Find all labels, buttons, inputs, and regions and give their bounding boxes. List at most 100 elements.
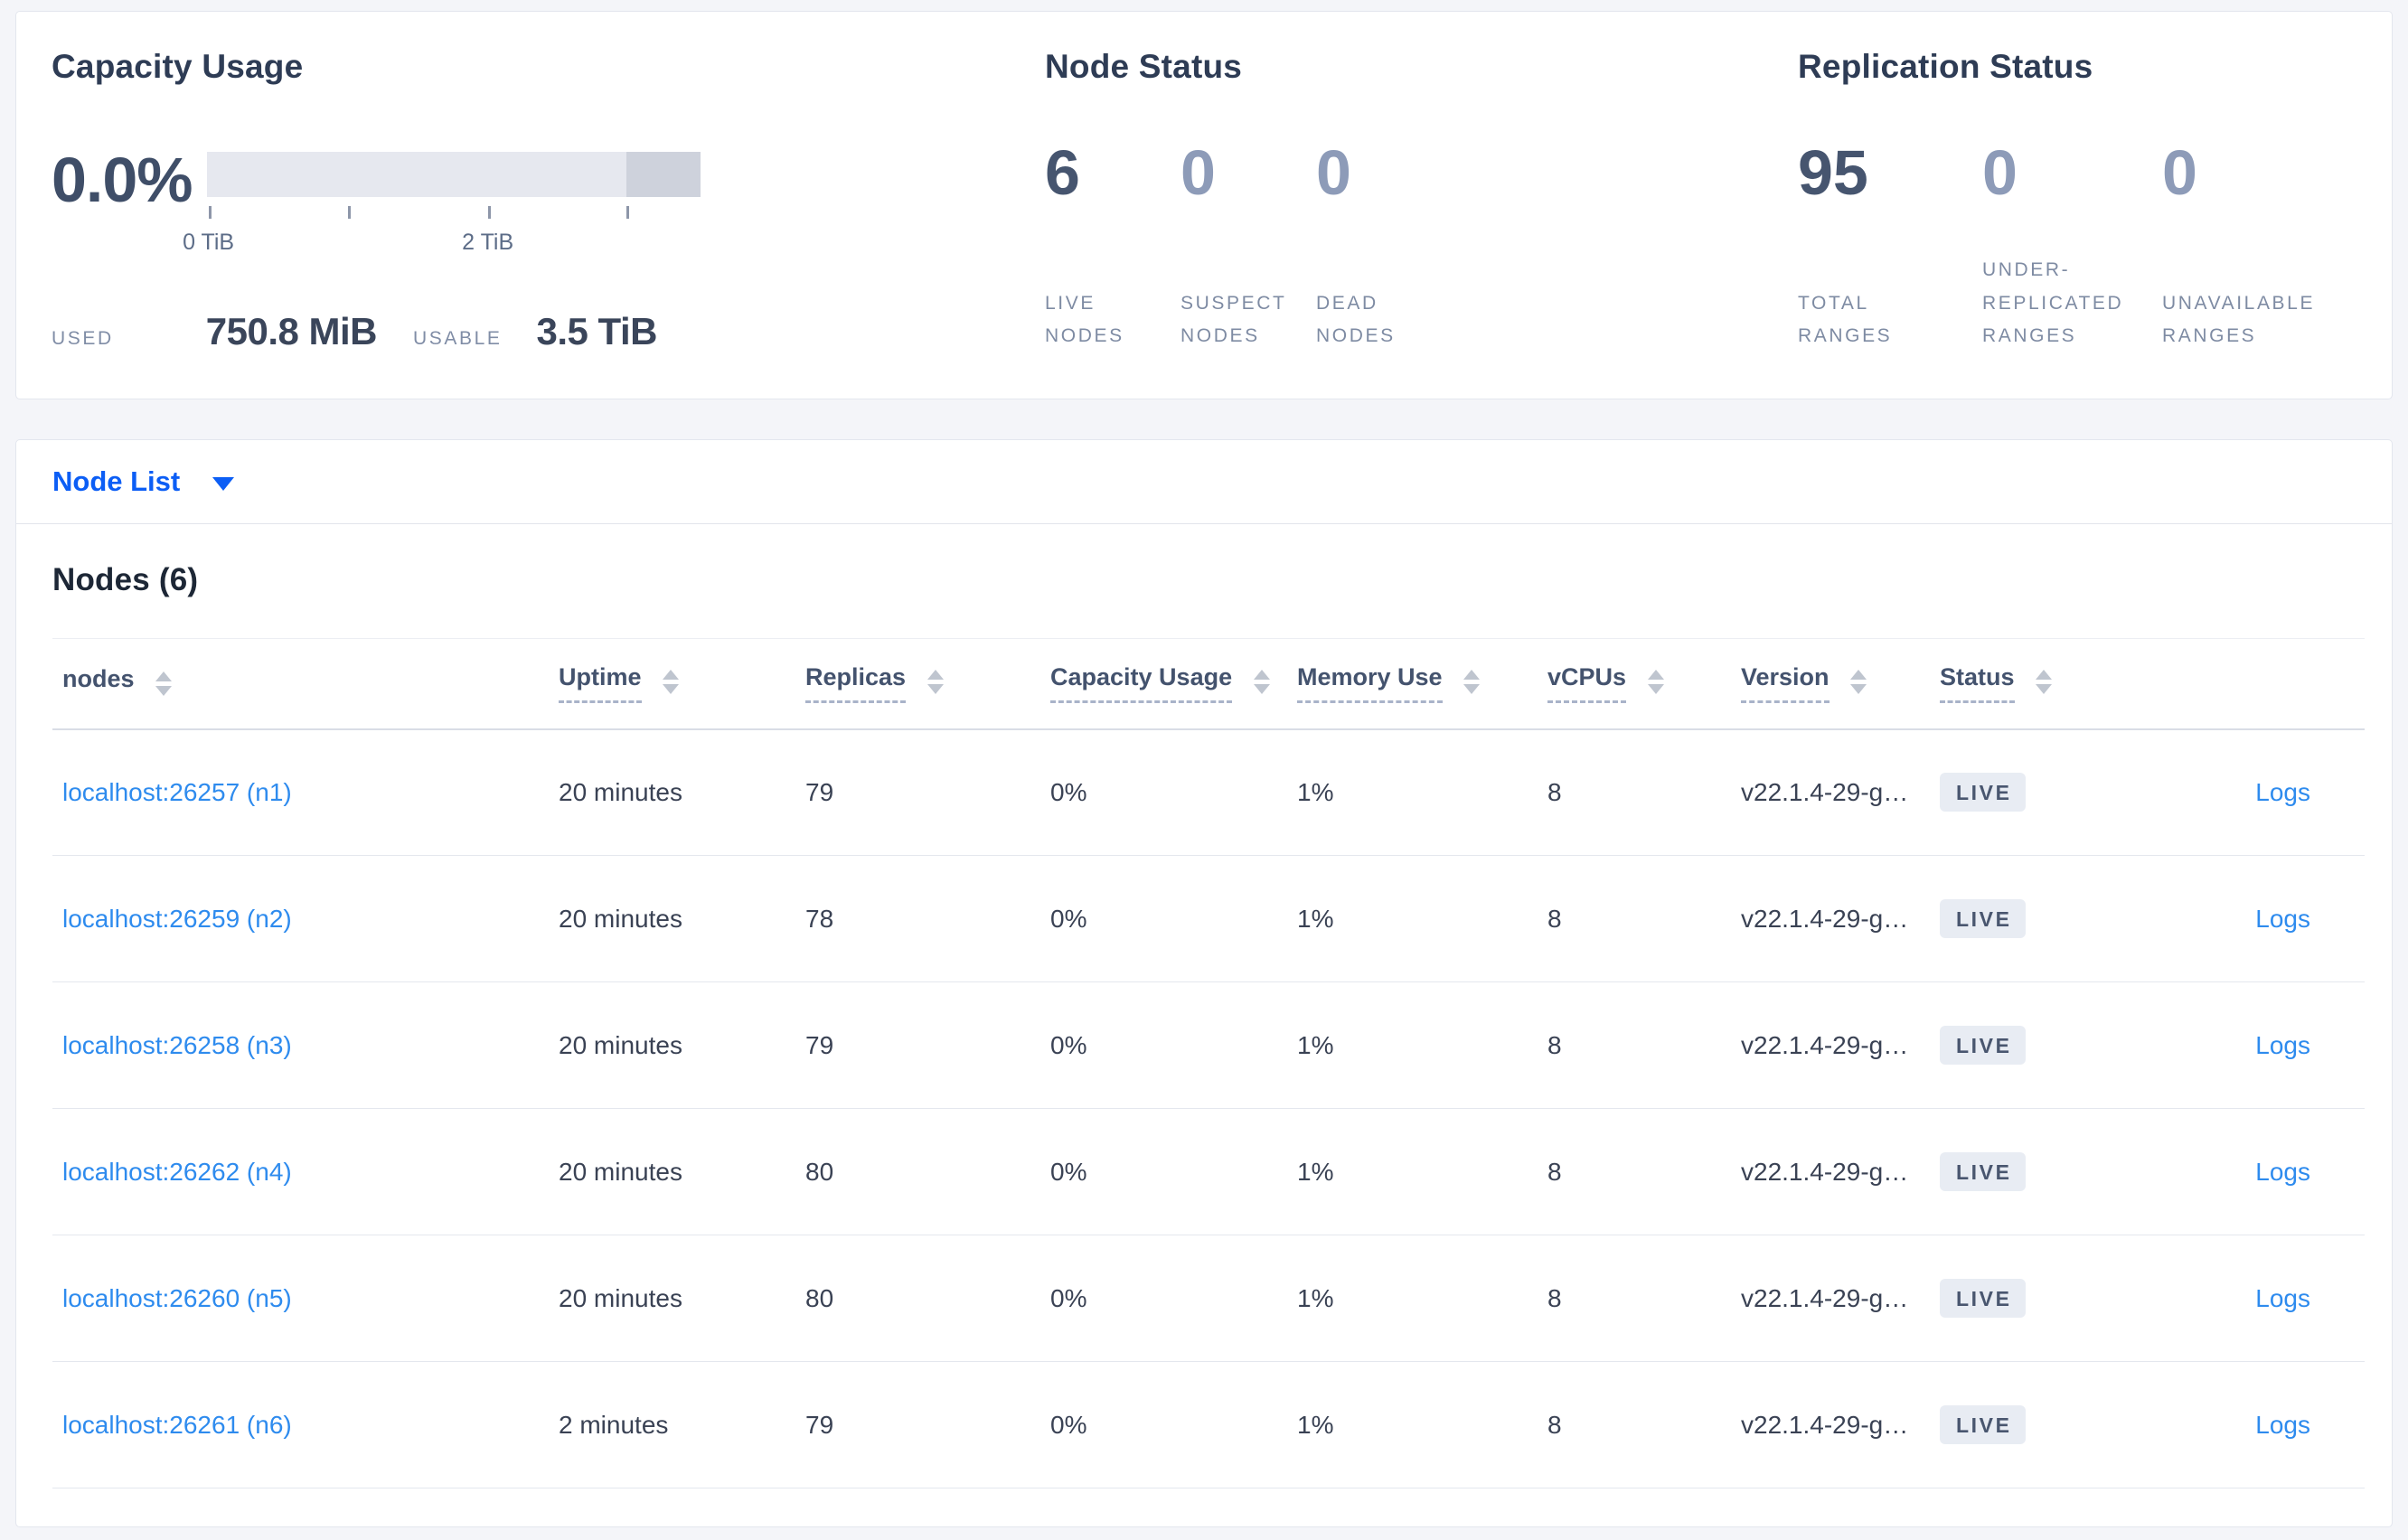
replicas-cell: 79: [805, 981, 1050, 1109]
logs-link[interactable]: Logs: [2255, 1031, 2310, 1059]
status-cell: LIVE: [1940, 981, 2139, 1109]
table-row: localhost:26261 (n6) 2 minutes 79 0% 1% …: [52, 1361, 2365, 1488]
sort-icon: [1253, 670, 1270, 695]
logs-cell: Logs: [2139, 855, 2365, 982]
node-link[interactable]: localhost:26259 (n2): [62, 905, 292, 933]
dead-nodes-label: DEAD NODES: [1316, 292, 1396, 347]
node-link[interactable]: localhost:26261 (n6): [62, 1411, 292, 1439]
node-link[interactable]: localhost:26262 (n4): [62, 1158, 292, 1186]
column-header-version[interactable]: Version: [1741, 638, 1940, 730]
replicas-cell: 78: [805, 855, 1050, 982]
node-link[interactable]: localhost:26257 (n1): [62, 778, 292, 806]
logs-link[interactable]: Logs: [2255, 1411, 2310, 1439]
logs-cell: Logs: [2139, 1108, 2365, 1235]
usable-value: 3.5 TiB: [536, 310, 658, 352]
logs-link[interactable]: Logs: [2255, 1158, 2310, 1186]
memory-use-cell: 1%: [1297, 1108, 1547, 1235]
status-cell: LIVE: [1940, 1361, 2139, 1488]
table-header-row: nodes Uptime Replicas Capacity Usage Mem…: [52, 638, 2365, 730]
replicas-cell: 79: [805, 1361, 1050, 1488]
vcpus-cell: 8: [1547, 1361, 1741, 1488]
capacity-usage-cell: 0%: [1050, 1361, 1297, 1488]
memory-use-cell: 1%: [1297, 981, 1547, 1109]
capacity-usage-panel: Capacity Usage 0.0% 0 TiB 2 TiB USED 750…: [52, 50, 1045, 353]
node-cell: localhost:26258 (n3): [52, 981, 559, 1109]
column-header-memory-use[interactable]: Memory Use: [1297, 638, 1547, 730]
live-nodes-value: 6: [1045, 137, 1080, 208]
version-cell: v22.1.4-29-g…: [1741, 1108, 1940, 1235]
uptime-cell: 2 minutes: [559, 1361, 805, 1488]
sort-icon: [155, 671, 173, 696]
chevron-down-icon: [212, 476, 235, 491]
replicas-cell: 79: [805, 728, 1050, 856]
logs-cell: Logs: [2139, 1361, 2365, 1488]
node-list-dropdown[interactable]: Node List: [16, 440, 2392, 524]
version-cell: v22.1.4-29-g…: [1741, 981, 1940, 1109]
sort-icon: [663, 670, 680, 695]
vcpus-cell: 8: [1547, 981, 1741, 1109]
suspect-nodes-value: 0: [1180, 137, 1216, 208]
status-cell: LIVE: [1940, 855, 2139, 982]
status-cell: LIVE: [1940, 1235, 2139, 1362]
status-badge: LIVE: [1940, 1279, 2026, 1318]
capacity-usage-cell: 0%: [1050, 728, 1297, 856]
version-cell: v22.1.4-29-g…: [1741, 1361, 1940, 1488]
node-status-title: Node Status: [1045, 48, 1243, 85]
used-value: 750.8 MiB: [205, 310, 378, 352]
replicas-cell: 80: [805, 1108, 1050, 1235]
column-header-status[interactable]: Status: [1940, 638, 2139, 730]
under-replicated-ranges-label: UNDER-REPLICATED RANGES: [1982, 258, 2124, 347]
replicas-cell: 80: [805, 1235, 1050, 1362]
column-header-capacity-usage[interactable]: Capacity Usage: [1050, 638, 1297, 730]
version-cell: v22.1.4-29-g…: [1741, 855, 1940, 982]
column-header-replicas[interactable]: Replicas: [805, 638, 1050, 730]
capacity-bar-track: [207, 152, 701, 197]
vcpus-cell: 8: [1547, 728, 1741, 856]
sort-icon: [2036, 670, 2053, 695]
axis-tick: [626, 206, 629, 219]
status-cell: LIVE: [1940, 728, 2139, 856]
total-ranges-label: TOTAL RANGES: [1798, 292, 1893, 347]
vcpus-cell: 8: [1547, 855, 1741, 982]
status-badge: LIVE: [1940, 1405, 2026, 1444]
axis-tick: [348, 206, 352, 219]
uptime-cell: 20 minutes: [559, 728, 805, 856]
capacity-usage-cell: 0%: [1050, 855, 1297, 982]
replication-status-panel: Replication Status 95 0 0 TOTAL RANGES U…: [1798, 50, 2356, 353]
node-cell: localhost:26261 (n6): [52, 1361, 559, 1488]
table-row: localhost:26260 (n5) 20 minutes 80 0% 1%…: [52, 1235, 2365, 1362]
dead-nodes-value: 0: [1316, 137, 1351, 208]
column-header-nodes[interactable]: nodes: [52, 638, 559, 730]
uptime-cell: 20 minutes: [559, 1235, 805, 1362]
node-status-panel: Node Status 6 0 0 LIVE NODES SUSPECT NOD…: [1045, 50, 1798, 353]
column-header-logs: [2139, 638, 2365, 730]
node-list-dropdown-label: Node List: [52, 465, 181, 497]
under-replicated-ranges-value: 0: [1982, 137, 2018, 208]
node-cell: localhost:26262 (n4): [52, 1108, 559, 1235]
axis-tick: [487, 206, 491, 219]
status-badge: LIVE: [1940, 1026, 2026, 1065]
logs-link[interactable]: Logs: [2255, 905, 2310, 933]
node-cell: localhost:26260 (n5): [52, 1235, 559, 1362]
node-link[interactable]: localhost:26258 (n3): [62, 1031, 292, 1059]
capacity-usage-title: Capacity Usage: [52, 48, 304, 85]
version-cell: v22.1.4-29-g…: [1741, 728, 1940, 856]
status-cell: LIVE: [1940, 1108, 2139, 1235]
axis-tick-label: 0 TiB: [183, 230, 235, 255]
status-badge: LIVE: [1940, 1152, 2026, 1191]
logs-link[interactable]: Logs: [2255, 778, 2310, 806]
total-ranges-value: 95: [1798, 137, 1868, 208]
node-link[interactable]: localhost:26260 (n5): [62, 1284, 292, 1312]
node-cell: localhost:26257 (n1): [52, 728, 559, 856]
vcpus-cell: 8: [1547, 1108, 1741, 1235]
uptime-cell: 20 minutes: [559, 855, 805, 982]
column-header-vcpus[interactable]: vCPUs: [1547, 638, 1741, 730]
sort-icon: [1850, 670, 1867, 695]
logs-link[interactable]: Logs: [2255, 1284, 2310, 1312]
uptime-cell: 20 minutes: [559, 1108, 805, 1235]
usable-label: USABLE: [413, 328, 503, 349]
suspect-nodes-label: SUSPECT NODES: [1180, 292, 1287, 347]
capacity-usage-cell: 0%: [1050, 981, 1297, 1109]
column-header-uptime[interactable]: Uptime: [559, 638, 805, 730]
nodes-heading: Nodes (6): [52, 562, 199, 597]
